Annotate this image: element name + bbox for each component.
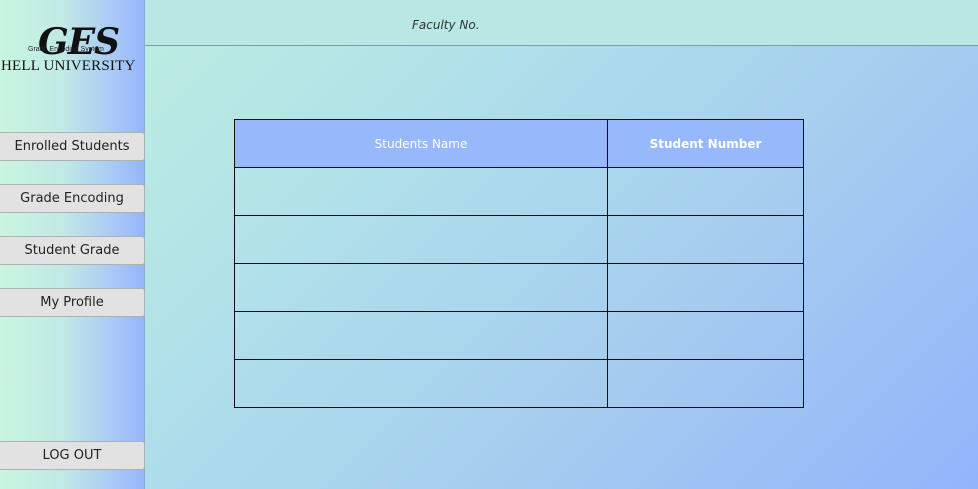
cell-student-number: [607, 359, 804, 408]
app-window: GES Grade Encoding System HELL UNIVERSIT…: [0, 0, 978, 489]
logo-tagline: Grade Encoding System: [28, 46, 104, 53]
cell-student-number: [607, 167, 804, 216]
cell-student-number: [607, 311, 804, 360]
table-row: [234, 263, 804, 312]
column-header-students-name: Students Name: [234, 119, 608, 168]
cell-student-number: [607, 215, 804, 264]
cell-student-name: [234, 167, 608, 216]
table-row: [234, 359, 804, 408]
column-header-student-number: Student Number: [607, 119, 804, 168]
cell-student-name: [234, 215, 608, 264]
table-header-row: Students Name Student Number: [234, 119, 804, 168]
faculty-number-label: Faculty No.: [412, 18, 480, 32]
cell-student-number: [607, 263, 804, 312]
table-row: [234, 311, 804, 360]
table-row: [234, 167, 804, 216]
main-content: Faculty No. Students Name Student Number: [145, 0, 978, 489]
cell-student-name: [234, 359, 608, 408]
table-row: [234, 215, 804, 264]
logout-button[interactable]: LOG OUT: [0, 441, 145, 470]
university-name: HELL UNIVERSITY: [1, 58, 136, 74]
logo-mark: GES: [38, 21, 120, 63]
logo: GES Grade Encoding System HELL UNIVERSIT…: [0, 22, 145, 78]
sidebar: GES Grade Encoding System HELL UNIVERSIT…: [0, 0, 145, 489]
top-bar: Faculty No.: [145, 0, 978, 46]
cell-student-name: [234, 263, 608, 312]
grade-encoding-button[interactable]: Grade Encoding: [0, 184, 145, 213]
cell-student-name: [234, 311, 608, 360]
student-grade-button[interactable]: Student Grade: [0, 236, 145, 265]
my-profile-button[interactable]: My Profile: [0, 288, 145, 317]
students-table: Students Name Student Number: [234, 119, 804, 408]
enrolled-students-button[interactable]: Enrolled Students: [0, 132, 145, 161]
